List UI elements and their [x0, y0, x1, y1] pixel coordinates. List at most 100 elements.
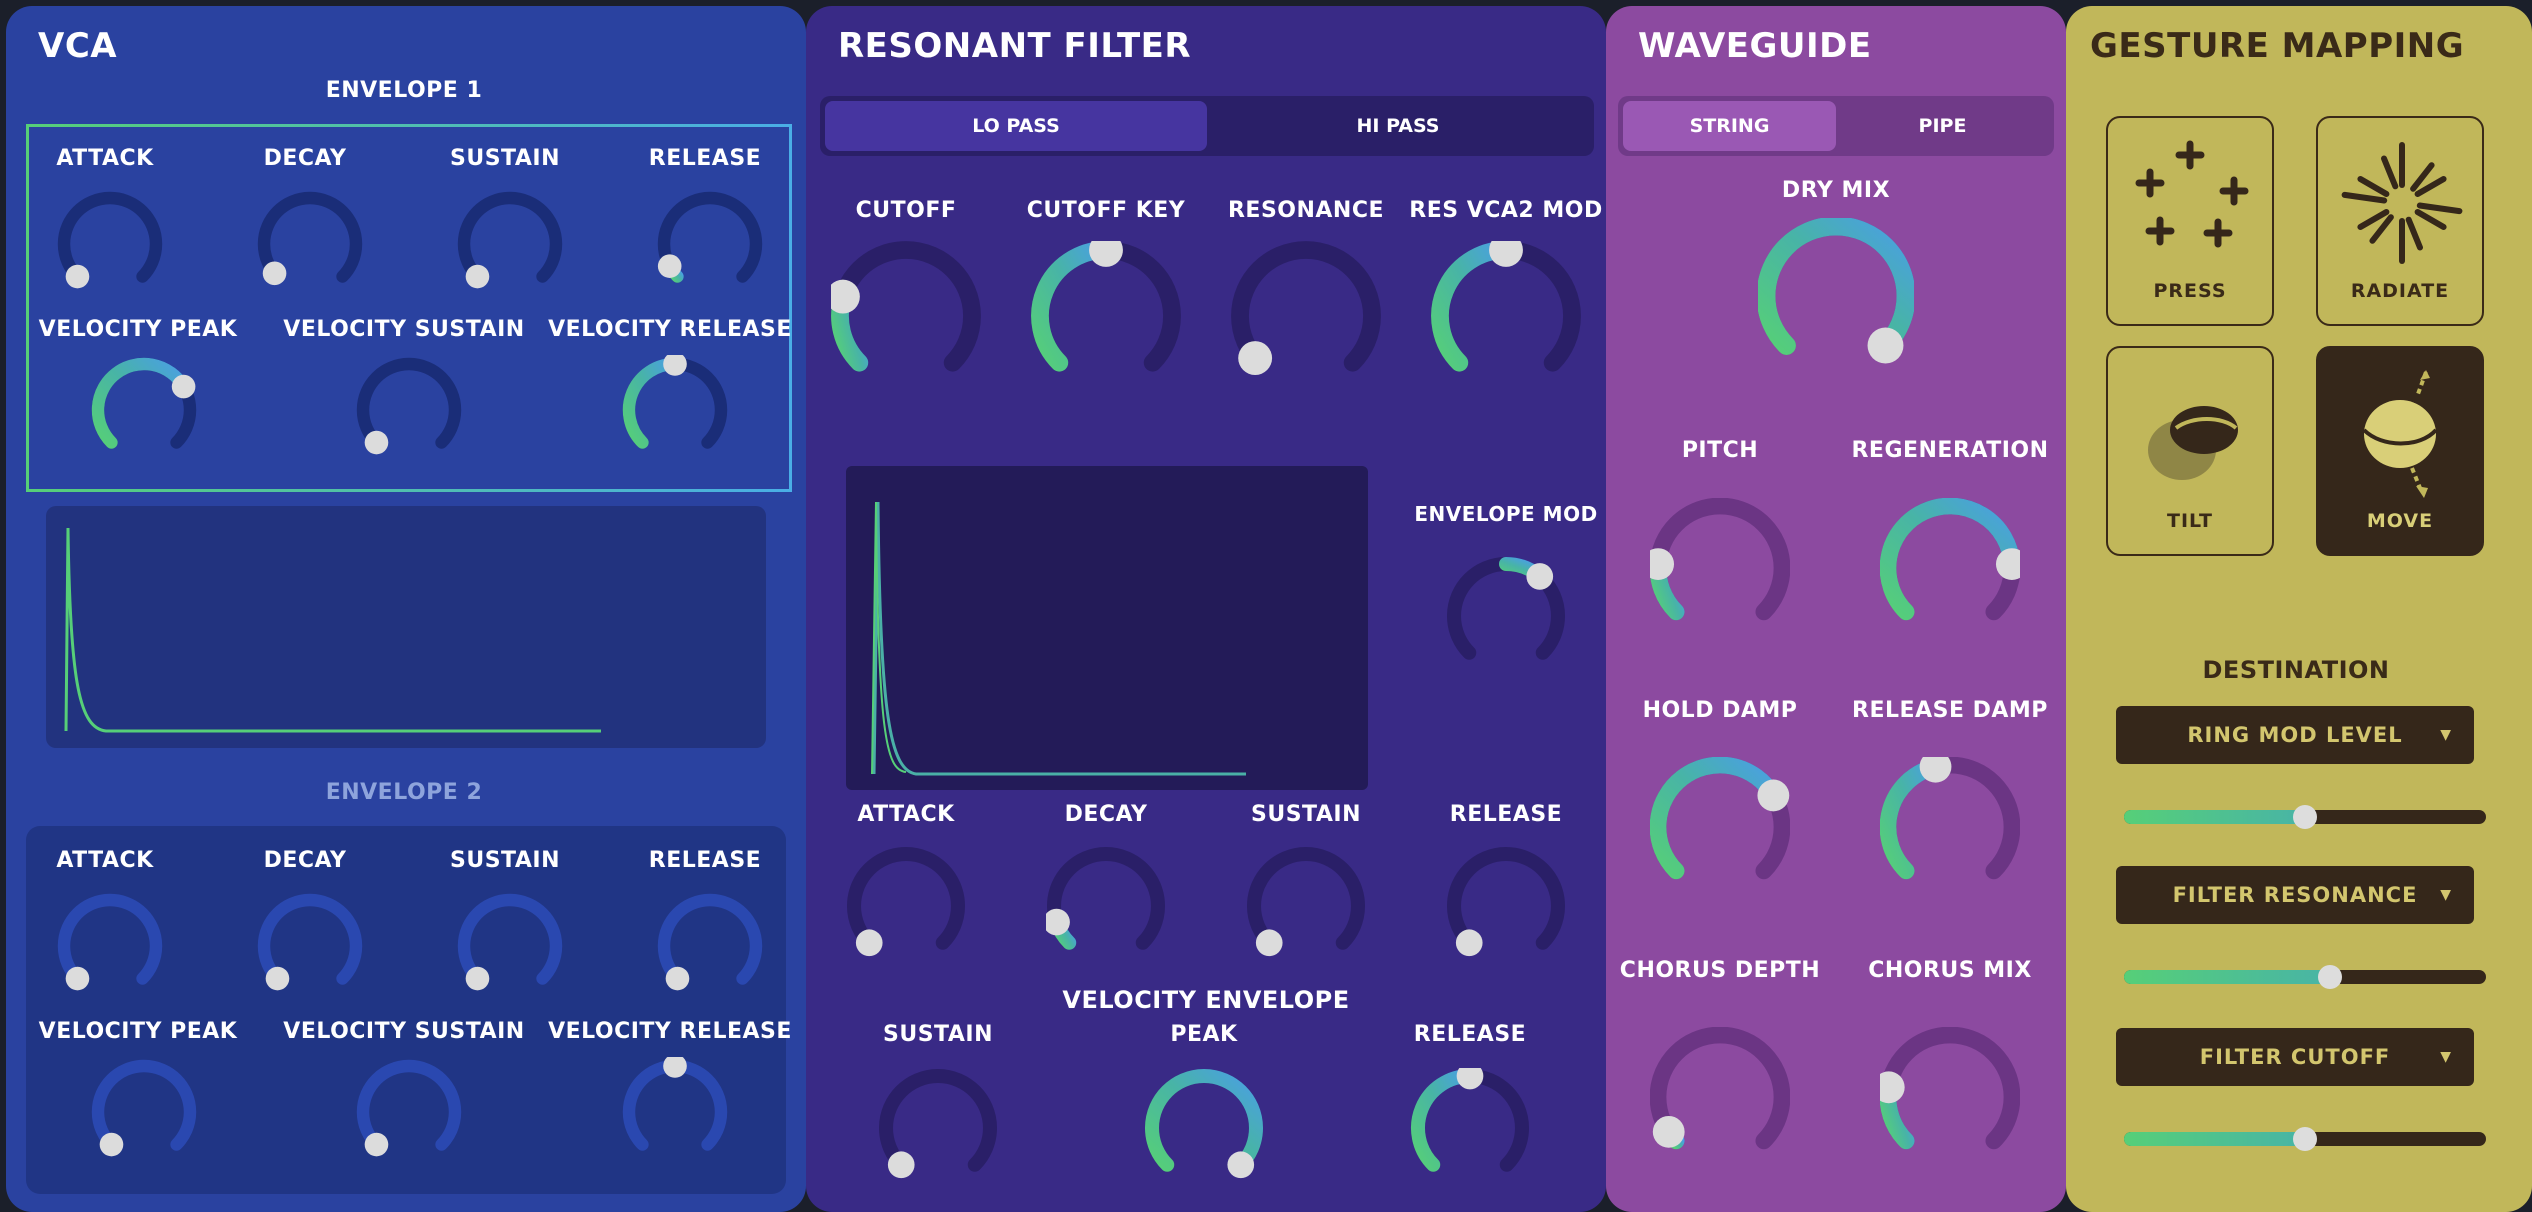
cutoff-key-label: CUTOFF KEY [1026, 198, 1186, 223]
resonance-knob[interactable] [1231, 241, 1381, 391]
hold-damp-label: HOLD DAMP [1642, 698, 1798, 723]
regeneration-label: REGENERATION [1851, 438, 2049, 463]
env1-velocity-release-label: VELOCITY RELEASE [548, 317, 792, 342]
destination-slider-2[interactable] [2124, 965, 2486, 989]
vel-peak-label: PEAK [1170, 1022, 1238, 1047]
env1-attack-label: ATTACK [56, 146, 154, 171]
pitch-label: PITCH [1681, 438, 1759, 463]
env2-sustain-label: SUSTAIN [450, 848, 560, 873]
filter-envelope-graph [846, 466, 1368, 790]
env2-velocity-release-label: VELOCITY RELEASE [548, 1019, 792, 1044]
env1-velocity-sustain-knob[interactable] [354, 355, 464, 465]
pipe-tab[interactable]: PIPE [1836, 101, 2049, 151]
env2-velocity-peak-knob[interactable] [89, 1057, 199, 1167]
string-tab[interactable]: STRING [1623, 101, 1836, 151]
resonance-label: RESONANCE [1227, 198, 1385, 223]
env1-velocity-release-knob[interactable] [620, 355, 730, 465]
hold-damp-knob[interactable] [1650, 757, 1790, 897]
waveguide-panel: WAVEGUIDE STRING PIPE DRY MIX PITCH REGE… [1606, 6, 2066, 1212]
env2-attack-knob[interactable] [55, 891, 165, 1001]
press-label: PRESS [2153, 280, 2227, 302]
chevron-down-icon: ▼ [2440, 887, 2452, 903]
pitch-knob[interactable] [1650, 498, 1790, 638]
envelope-mod-label: ENVELOPE MOD [1414, 502, 1598, 526]
press-button[interactable]: PRESS [2106, 116, 2274, 326]
envelope-2-title: ENVELOPE 2 [325, 780, 483, 805]
destination-dropdown-3[interactable]: FILTER CUTOFF ▼ [2116, 1028, 2474, 1086]
cutoff-label: CUTOFF [855, 198, 957, 223]
env2-release-knob[interactable] [655, 891, 765, 1001]
destination-dropdown-2-label: FILTER RESONANCE [2172, 883, 2418, 907]
env2-attack-label: ATTACK [56, 848, 154, 873]
chorus-mix-knob[interactable] [1880, 1027, 2020, 1167]
filter-title: RESONANT FILTER [838, 26, 1192, 66]
destination-dropdown-1[interactable]: RING MOD LEVEL ▼ [2116, 706, 2474, 764]
destination-slider-2-thumb[interactable] [2318, 965, 2343, 989]
cutoff-knob[interactable] [831, 241, 981, 391]
env1-release-label: RELEASE [648, 146, 762, 171]
hi-pass-tab[interactable]: HI PASS [1207, 101, 1589, 151]
release-damp-knob[interactable] [1880, 757, 2020, 897]
destination-slider-1-thumb[interactable] [2293, 805, 2317, 829]
env2-velocity-sustain-label: VELOCITY SUSTAIN [283, 1019, 525, 1044]
destination-slider-1[interactable] [2124, 805, 2486, 829]
resonant-filter-panel: RESONANT FILTER LO PASS HI PASS CUTOFF C… [806, 6, 1606, 1212]
env2-decay-knob[interactable] [255, 891, 365, 1001]
filter-sustain-label: SUSTAIN [1251, 802, 1361, 827]
tilt-label: TILT [2167, 510, 2213, 532]
env1-decay-knob[interactable] [255, 189, 365, 299]
env2-velocity-peak-label: VELOCITY PEAK [38, 1019, 238, 1044]
cutoff-key-knob[interactable] [1031, 241, 1181, 391]
filter-sustain-knob[interactable] [1246, 846, 1366, 966]
move-label: MOVE [2366, 510, 2434, 532]
lo-pass-tab[interactable]: LO PASS [825, 101, 1207, 151]
waveguide-type-toggle: STRING PIPE [1618, 96, 2054, 156]
chorus-depth-knob[interactable] [1650, 1027, 1790, 1167]
env2-velocity-release-knob[interactable] [620, 1057, 730, 1167]
filter-decay-knob[interactable] [1046, 846, 1166, 966]
env1-sustain-knob[interactable] [455, 189, 565, 299]
vel-sustain-knob[interactable] [878, 1068, 998, 1188]
filter-attack-knob[interactable] [846, 846, 966, 966]
dry-mix-knob[interactable] [1758, 218, 1914, 374]
tilt-button[interactable]: TILT [2106, 346, 2274, 556]
release-damp-label: RELEASE DAMP [1852, 698, 2048, 723]
radiate-label: RADIATE [2350, 280, 2450, 302]
vel-peak-knob[interactable] [1144, 1068, 1264, 1188]
res-vca2-mod-knob[interactable] [1431, 241, 1581, 391]
radiate-button[interactable]: RADIATE [2316, 116, 2484, 326]
filter-decay-label: DECAY [1064, 802, 1148, 827]
env1-velocity-peak-knob[interactable] [89, 355, 199, 465]
envelope-mod-knob[interactable] [1446, 556, 1566, 676]
filter-type-toggle: LO PASS HI PASS [820, 96, 1594, 156]
press-icon [2135, 140, 2249, 248]
envelope-1-title: ENVELOPE 1 [325, 78, 483, 103]
waveguide-title: WAVEGUIDE [1638, 26, 1872, 66]
env1-attack-knob[interactable] [55, 189, 165, 299]
env2-sustain-knob[interactable] [455, 891, 565, 1001]
env2-velocity-sustain-knob[interactable] [354, 1057, 464, 1167]
vca-panel: VCA ENVELOPE 1 ATTACK DECAY SUSTAIN RELE… [6, 6, 806, 1212]
chorus-mix-label: CHORUS MIX [1868, 958, 2032, 983]
filter-attack-label: ATTACK [857, 802, 955, 827]
move-icon [2362, 370, 2438, 498]
destination-slider-2-fill [2124, 970, 2331, 984]
vel-sustain-label: SUSTAIN [883, 1022, 993, 1047]
filter-release-label: RELEASE [1449, 802, 1563, 827]
radiate-icon [2341, 142, 2463, 264]
regeneration-knob[interactable] [1880, 498, 2020, 638]
destination-slider-3[interactable] [2124, 1127, 2486, 1151]
gesture-mapping-panel: GESTURE MAPPING PRESS RADIATE TILT MOVE … [2066, 6, 2532, 1212]
tilt-icon [2148, 406, 2238, 480]
vel-release-knob[interactable] [1410, 1068, 1530, 1188]
filter-release-knob[interactable] [1446, 846, 1566, 966]
velocity-envelope-title: VELOCITY ENVELOPE [1062, 986, 1350, 1014]
destination-dropdown-2[interactable]: FILTER RESONANCE ▼ [2116, 866, 2474, 924]
vel-release-label: RELEASE [1413, 1022, 1527, 1047]
chevron-down-icon: ▼ [2440, 1049, 2452, 1065]
env1-velocity-peak-label: VELOCITY PEAK [38, 317, 238, 342]
res-vca2-mod-label: RES VCA2 MOD [1409, 198, 1603, 223]
move-button[interactable]: MOVE [2316, 346, 2484, 556]
env1-release-knob[interactable] [655, 189, 765, 299]
destination-slider-3-thumb[interactable] [2293, 1127, 2317, 1151]
